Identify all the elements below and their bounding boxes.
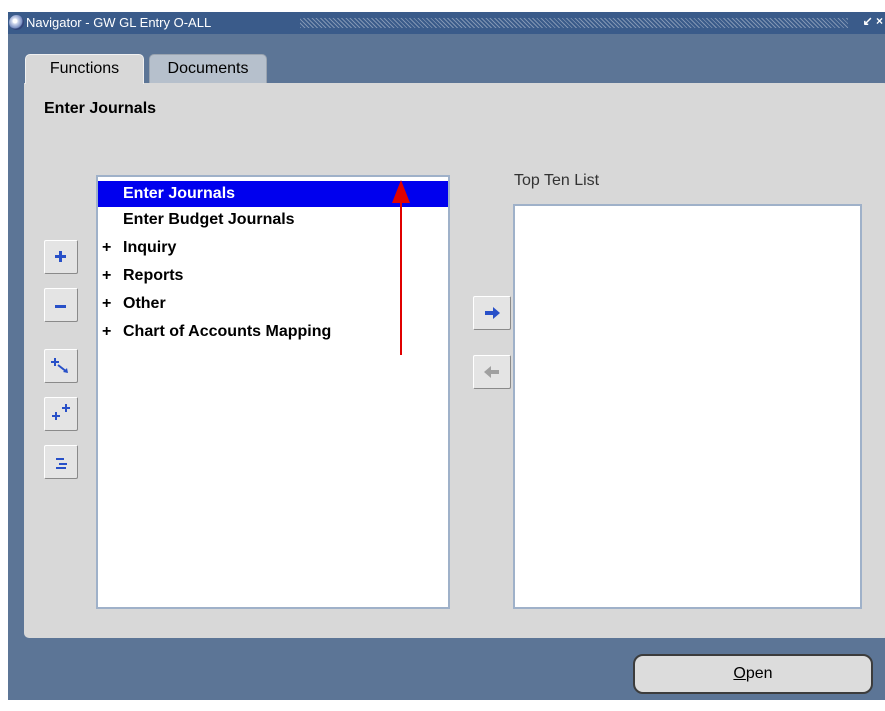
arrow-right-icon: [485, 307, 500, 319]
list-item-expander[interactable]: +: [102, 319, 111, 345]
list-item-label: Other: [123, 295, 166, 312]
expand-branch-icon: [51, 358, 68, 373]
expand-all-button[interactable]: [44, 397, 78, 431]
top-ten-list[interactable]: [513, 204, 862, 609]
window-controls[interactable]: ↙ ×: [863, 14, 883, 28]
top-ten-label: Top Ten List: [514, 172, 600, 189]
expand-branch-button[interactable]: [44, 349, 78, 383]
list-item-expander[interactable]: +: [102, 263, 111, 289]
list-item-label: Chart of Accounts Mapping: [123, 323, 332, 340]
title-bar[interactable]: Navigator - GW GL Entry O-ALL ↙ ×: [8, 12, 885, 34]
open-button-label: pen: [745, 665, 773, 682]
list-item-label: Enter Journals: [123, 185, 236, 202]
list-item-label: Enter Budget Journals: [123, 211, 295, 228]
tab-documents[interactable]: Documents: [149, 54, 267, 84]
navigator-window: Navigator - GW GL Entry O-ALL ↙ × Functi…: [8, 12, 885, 700]
expand-button[interactable]: [44, 240, 78, 274]
list-item-expander[interactable]: +: [102, 235, 111, 261]
collapse-all-button[interactable]: [44, 445, 78, 479]
open-button-mnemonic: O: [733, 665, 746, 682]
annotation-arrow: [392, 180, 410, 355]
window-title: Navigator - GW GL Entry O-ALL: [26, 15, 212, 30]
panel-title: Enter Journals: [44, 100, 157, 117]
tab-functions[interactable]: Functions: [25, 54, 144, 84]
collapse-minus-icon: [55, 305, 66, 308]
list-item-label: Inquiry: [123, 239, 177, 256]
list-item-label: Reports: [123, 267, 184, 284]
expand-all-icon: [52, 404, 70, 420]
list-item-expander[interactable]: +: [102, 291, 111, 317]
add-to-top-ten-button[interactable]: [473, 296, 511, 330]
title-bar-grip: [300, 18, 848, 28]
collapse-all-icon: [56, 458, 67, 469]
expand-plus-icon: [55, 251, 66, 262]
arrow-left-icon: [484, 366, 499, 378]
app-logo-icon: [9, 15, 24, 30]
open-button[interactable]: Open: [633, 654, 873, 694]
collapse-button[interactable]: [44, 288, 78, 322]
functions-panel: Enter Journals Enter Journals Enter Budg…: [24, 83, 885, 638]
remove-from-top-ten-button[interactable]: [473, 355, 511, 389]
